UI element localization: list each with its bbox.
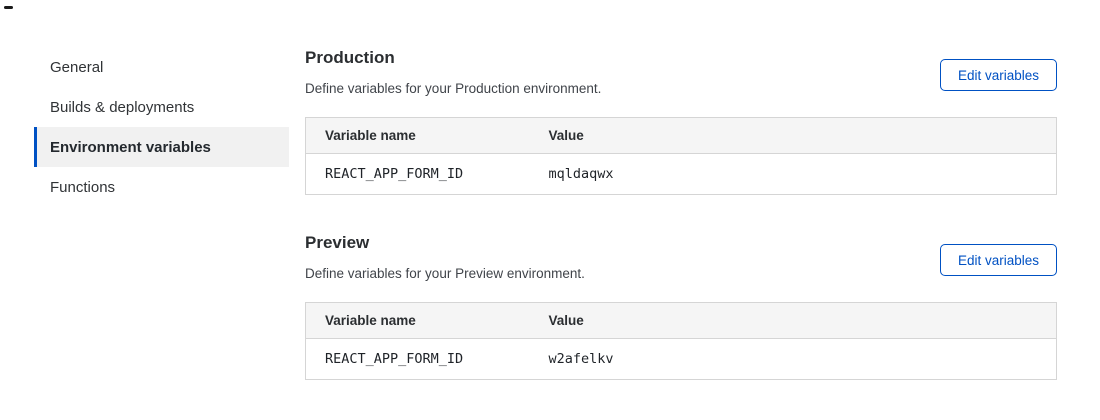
sidebar-item-label: General: [50, 59, 103, 76]
sidebar-item-builds-deployments[interactable]: Builds & deployments: [34, 87, 289, 127]
production-section-text: Production Define variables for your Pro…: [305, 48, 601, 98]
production-section: Production Define variables for your Pro…: [305, 48, 1057, 195]
section-description-preview: Define variables for your Preview enviro…: [305, 266, 585, 281]
preview-section: Preview Define variables for your Previe…: [305, 233, 1057, 380]
variable-value-cell: w2afelkv: [549, 339, 1057, 380]
variable-name-cell: REACT_APP_FORM_ID: [306, 154, 549, 195]
sidebar-item-label: Environment variables: [50, 139, 211, 156]
preview-section-text: Preview Define variables for your Previe…: [305, 233, 585, 283]
table-row: REACT_APP_FORM_ID mqldaqwx: [306, 154, 1057, 195]
sidebar-item-environment-variables[interactable]: Environment variables: [34, 127, 289, 167]
sidebar-item-functions[interactable]: Functions: [34, 167, 289, 207]
column-header-value: Value: [549, 303, 1057, 339]
table-row: REACT_APP_FORM_ID w2afelkv: [306, 339, 1057, 380]
variable-name-cell: REACT_APP_FORM_ID: [306, 339, 549, 380]
table-header-row: Variable name Value: [306, 118, 1057, 154]
table-header-row: Variable name Value: [306, 303, 1057, 339]
edit-variables-button-preview[interactable]: Edit variables: [940, 244, 1057, 276]
column-header-variable-name: Variable name: [306, 118, 549, 154]
settings-sidebar: General Builds & deployments Environment…: [34, 47, 289, 207]
sidebar-item-label: Functions: [50, 179, 115, 196]
sidebar-item-general[interactable]: General: [34, 47, 289, 87]
production-variables-table: Variable name Value REACT_APP_FORM_ID mq…: [305, 117, 1057, 195]
sidebar-item-label: Builds & deployments: [50, 99, 194, 116]
variable-value-cell: mqldaqwx: [549, 154, 1057, 195]
preview-variables-table: Variable name Value REACT_APP_FORM_ID w2…: [305, 302, 1057, 380]
column-header-variable-name: Variable name: [306, 303, 549, 339]
cropped-element-fragment: [4, 6, 13, 9]
column-header-value: Value: [549, 118, 1057, 154]
edit-variables-button-production[interactable]: Edit variables: [940, 59, 1057, 91]
section-title-preview: Preview: [305, 233, 585, 253]
environment-variables-panel: Production Define variables for your Pro…: [305, 48, 1057, 380]
section-description-production: Define variables for your Production env…: [305, 81, 601, 96]
section-title-production: Production: [305, 48, 601, 68]
